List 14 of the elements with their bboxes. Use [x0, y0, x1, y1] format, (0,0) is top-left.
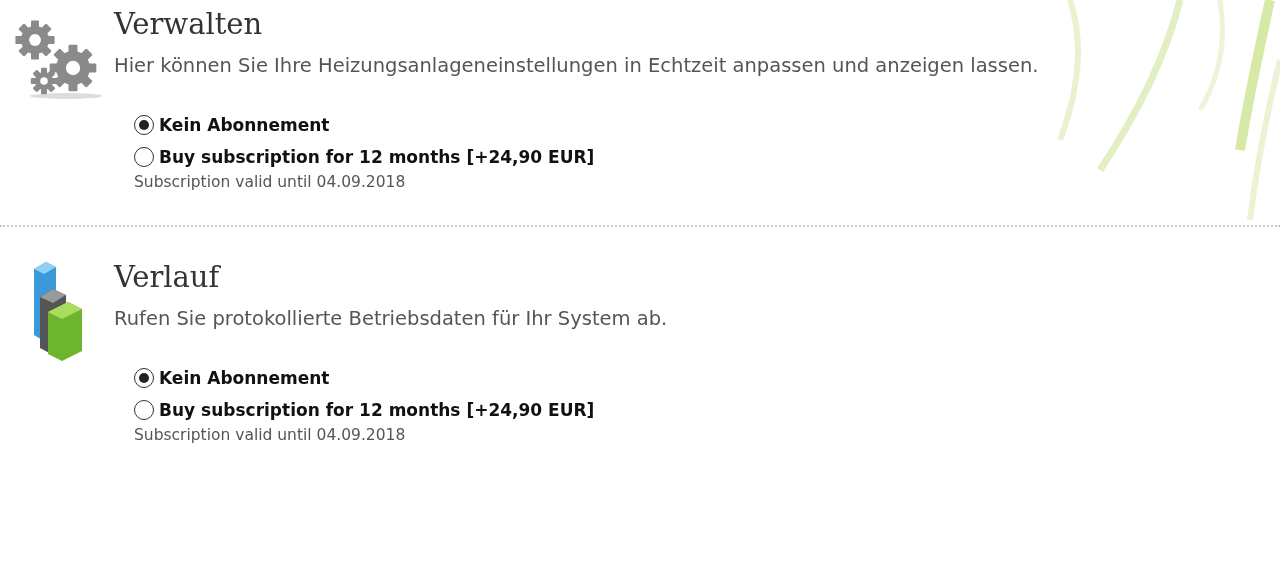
- section-title: Verwalten: [114, 6, 264, 43]
- radio-button[interactable]: [134, 400, 154, 420]
- section-title: Verlauf: [114, 259, 222, 296]
- section-description: Rufen Sie protokollierte Betriebsdaten für Ihr System ab.: [114, 307, 668, 330]
- radio-label: Buy subscription for 12 months [+24,90 EUR]: [159, 147, 595, 167]
- section-description: Hier können Sie Ihre Heizungsanlageneinstellungen in Echtzeit anpassen und anzeigen lassen.: [114, 54, 1039, 77]
- radio-label: Kein Abonnement: [159, 115, 330, 135]
- radio-label: Buy subscription for 12 months [+24,90 EUR]: [159, 400, 595, 420]
- radio-button[interactable]: [134, 368, 154, 388]
- validity-note: Subscription valid until 04.09.2018: [134, 173, 407, 191]
- validity-note: Subscription valid until 04.09.2018: [134, 426, 407, 444]
- radio-label: Kein Abonnement: [159, 368, 330, 388]
- radio-button[interactable]: [134, 147, 154, 167]
- radio-button[interactable]: [134, 115, 154, 135]
